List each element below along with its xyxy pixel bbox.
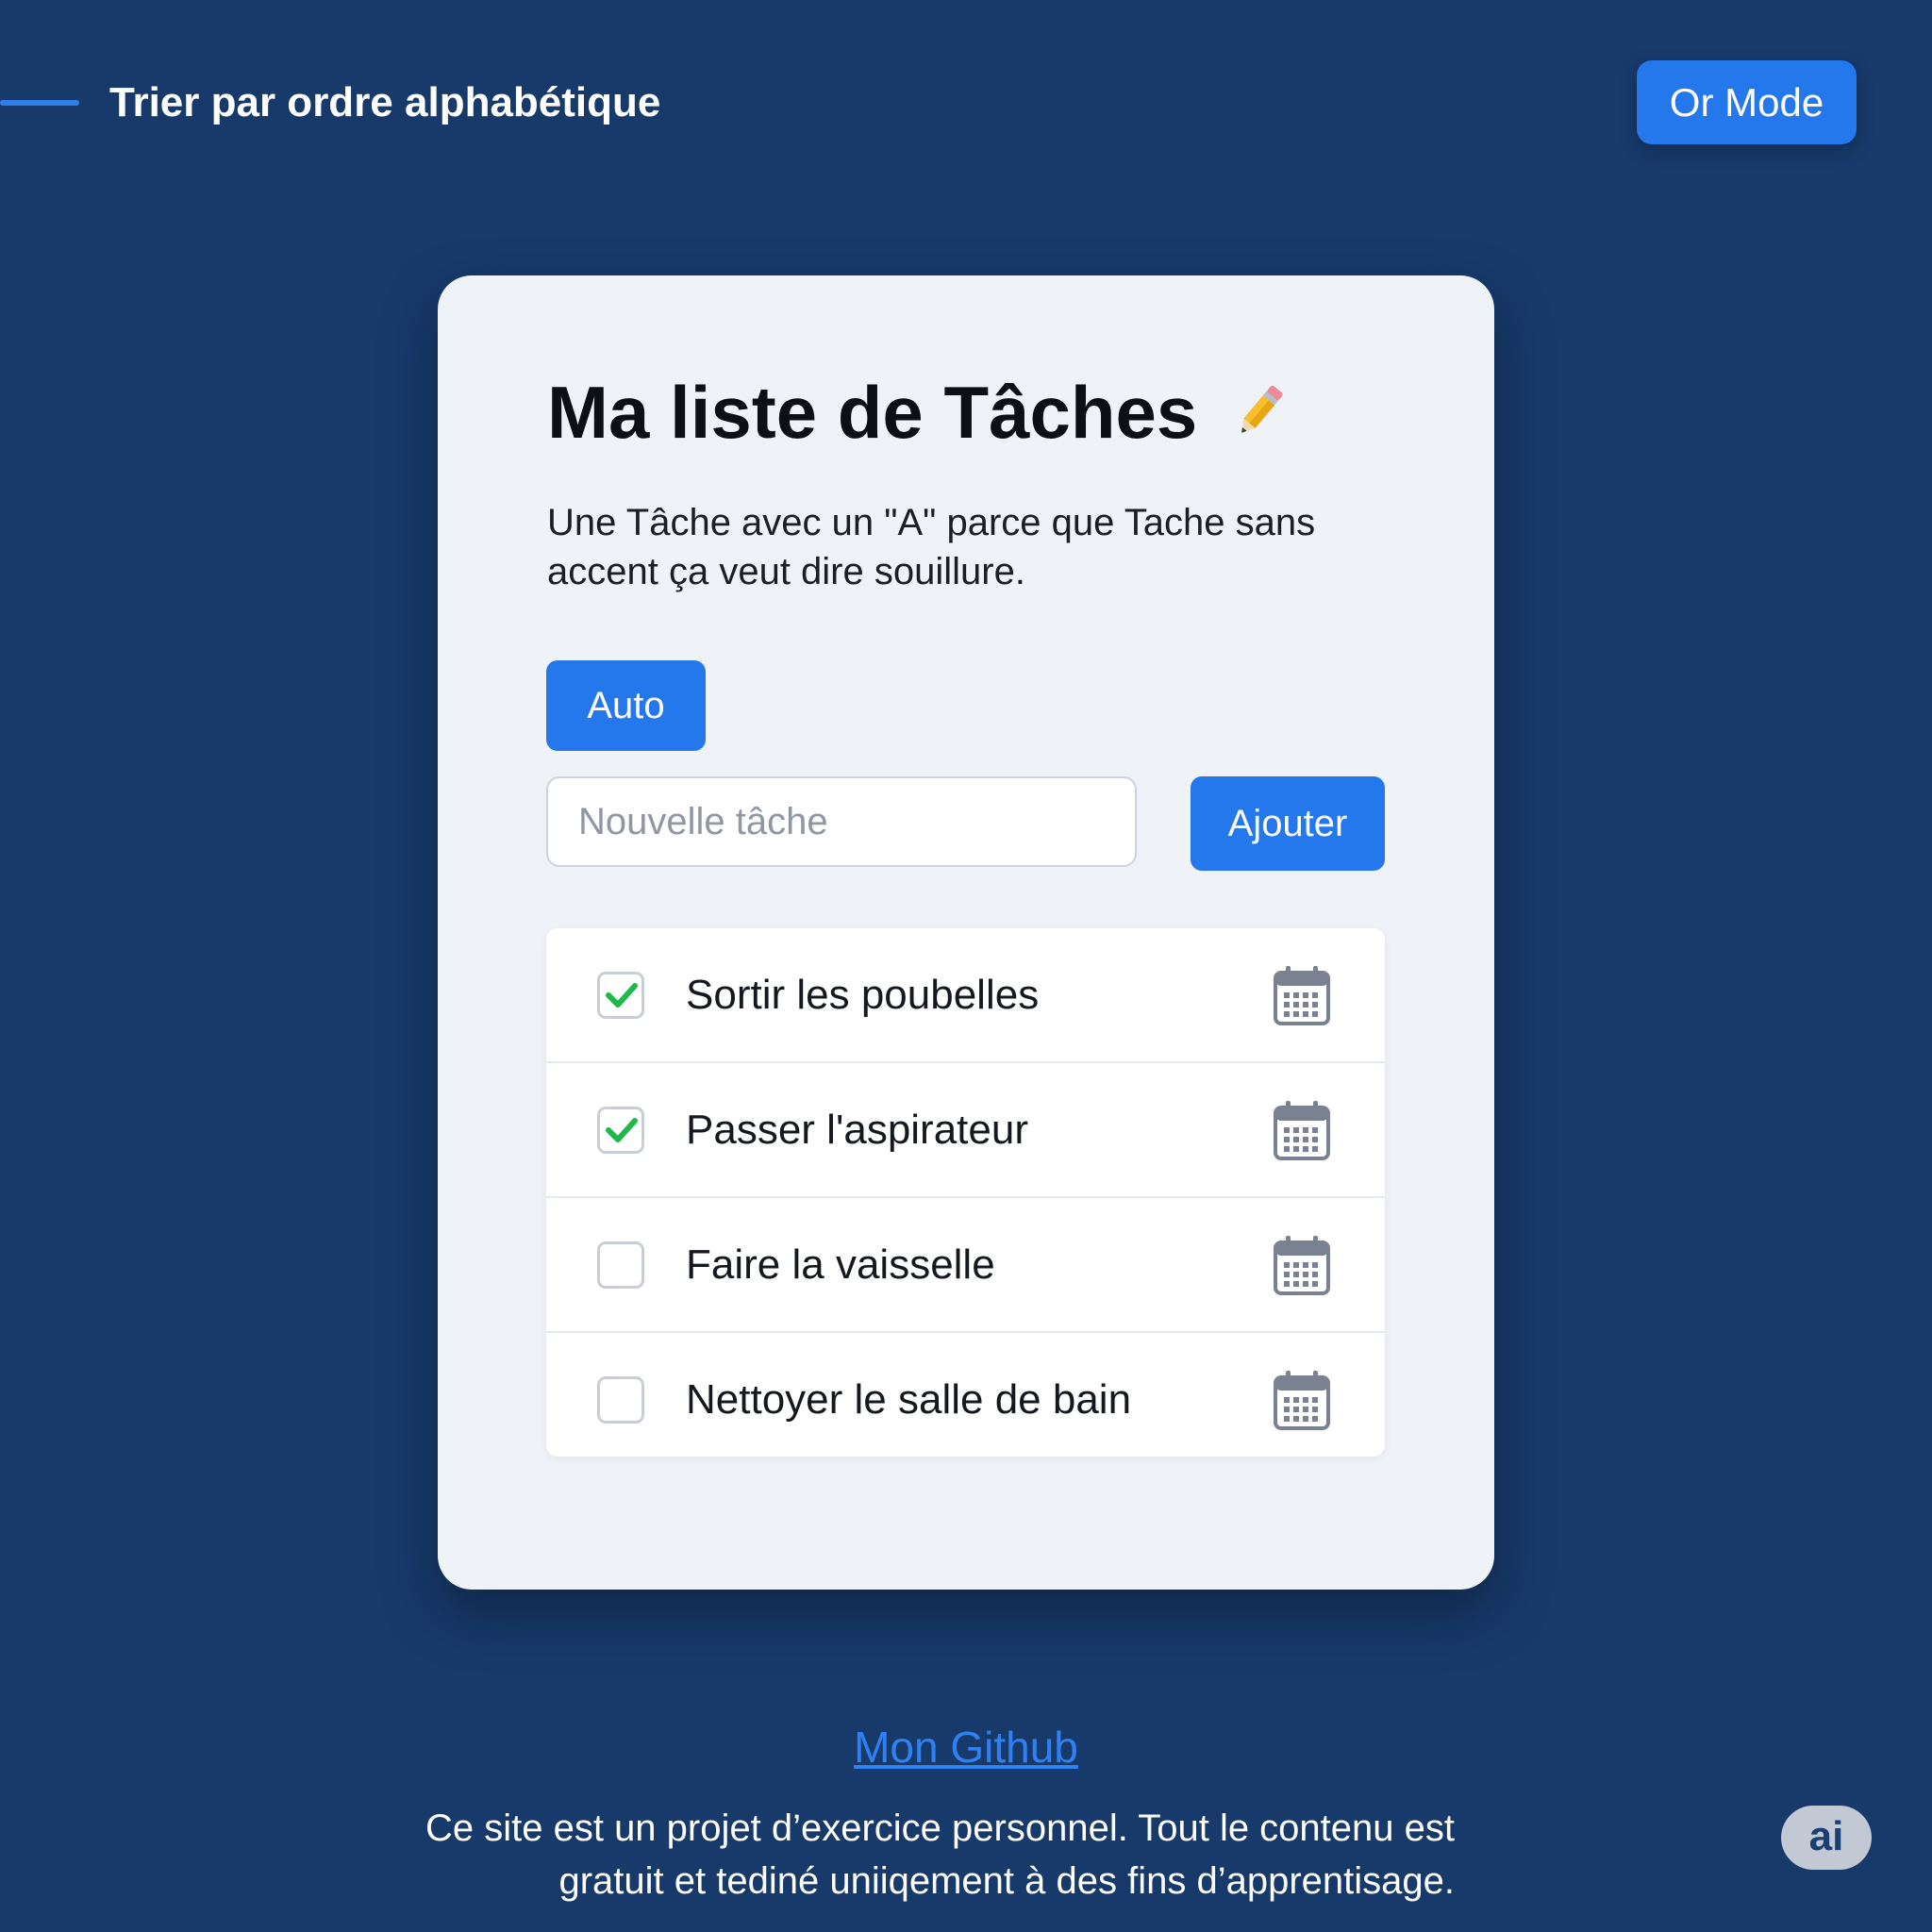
- add-task-button[interactable]: Ajouter: [1191, 776, 1385, 871]
- page-title: Ma liste de Tâches: [547, 370, 1290, 461]
- todo-card: Ma liste de Tâches Une Tâche avec un "A"…: [438, 275, 1494, 1590]
- task-checkbox-checked[interactable]: [597, 1106, 644, 1154]
- footer-note: Ce site est un projet d’exercice personn…: [425, 1807, 1455, 1902]
- calendar-icon[interactable]: [1273, 964, 1331, 1026]
- ai-badge[interactable]: ai: [1781, 1806, 1872, 1870]
- new-task-input[interactable]: [546, 776, 1137, 867]
- task-item: Faire la vaisselle: [546, 1198, 1385, 1333]
- task-label: Passer l'aspirateur: [686, 1106, 1028, 1153]
- calendar-icon[interactable]: [1273, 1099, 1331, 1161]
- task-label: Nettoyer le salle de bain: [686, 1375, 1132, 1423]
- task-item: Passer l'aspirateur: [546, 1063, 1385, 1198]
- calendar-icon[interactable]: [1273, 1369, 1331, 1431]
- sort-alphabetical-toggle[interactable]: Trier par ordre alphabétique: [109, 79, 660, 126]
- sort-indicator-line: [0, 100, 79, 106]
- page-title-text: Ma liste de Tâches: [547, 371, 1198, 454]
- pencil-icon: [1231, 375, 1290, 461]
- task-label: Sortir les poubelles: [686, 971, 1040, 1018]
- task-item: Sortir les poubelles: [546, 928, 1385, 1063]
- task-list: Sortir les poubelles Passer l'aspirateur…: [546, 928, 1385, 1457]
- mode-button[interactable]: Or Mode: [1637, 60, 1857, 144]
- task-checkbox-unchecked[interactable]: [597, 1241, 644, 1289]
- task-item: Nettoyer le salle de bain: [546, 1333, 1385, 1466]
- task-checkbox-unchecked[interactable]: [597, 1375, 644, 1424]
- top-bar: Trier par ordre alphabétique Or Mode: [0, 0, 1932, 208]
- subtitle-text: Une Tâche avec un "A" parce que Tache sa…: [547, 502, 1316, 592]
- auto-button[interactable]: Auto: [546, 660, 706, 751]
- calendar-icon[interactable]: [1273, 1234, 1331, 1296]
- task-checkbox-checked[interactable]: [597, 971, 644, 1019]
- github-link[interactable]: Mon Github: [0, 1722, 1932, 1773]
- task-label: Faire la vaisselle: [686, 1241, 995, 1288]
